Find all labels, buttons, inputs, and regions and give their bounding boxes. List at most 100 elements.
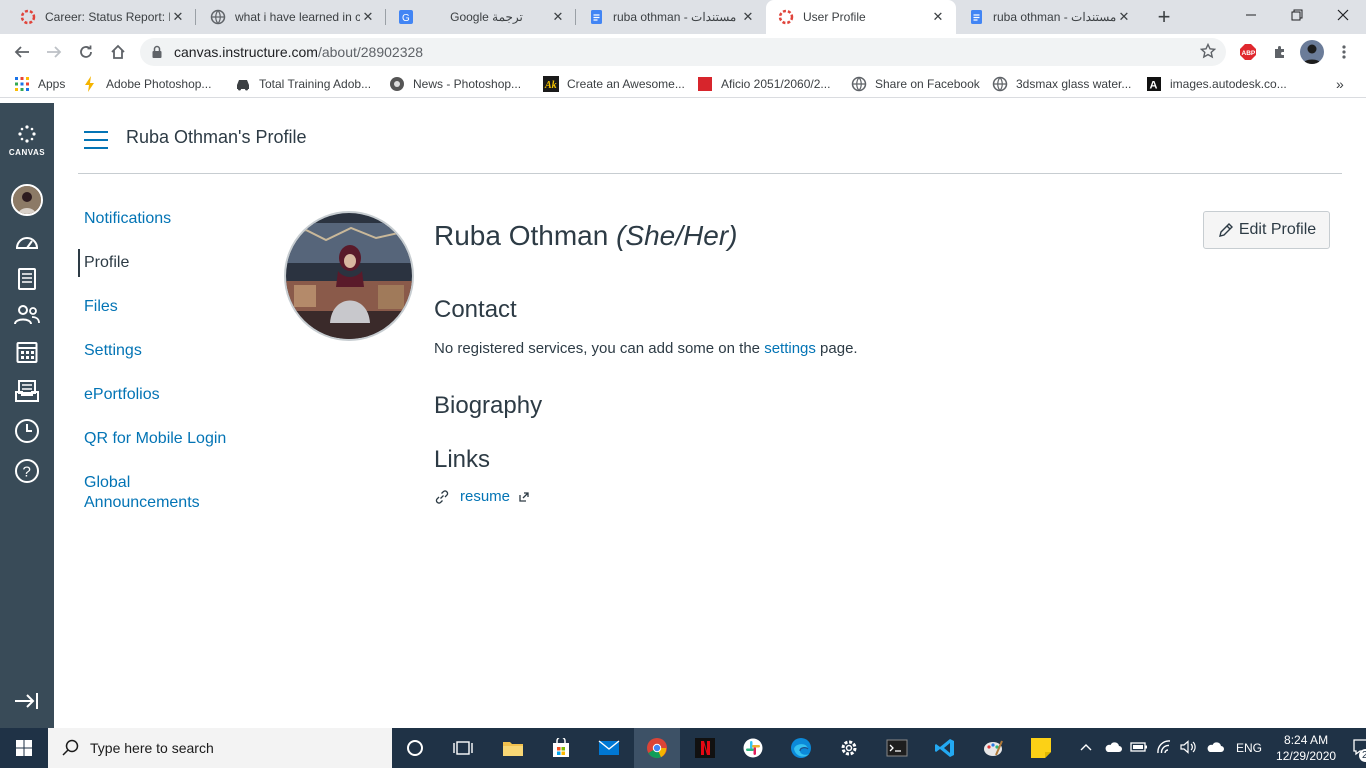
tab-close-icon[interactable]: ✕	[1116, 9, 1132, 25]
edit-profile-button[interactable]: Edit Profile	[1203, 211, 1330, 249]
history-icon[interactable]	[11, 415, 43, 447]
bookmark-3dsmax[interactable]: 3dsmax glass water...	[992, 75, 1131, 93]
link-item: resume	[434, 488, 530, 505]
file-explorer-icon[interactable]	[490, 728, 536, 768]
nav-settings[interactable]: Settings	[78, 337, 248, 365]
wifi-icon[interactable]	[1156, 739, 1172, 757]
cloud-sync-icon[interactable]	[1206, 741, 1224, 756]
bookmark-star-icon[interactable]	[1199, 42, 1217, 62]
globe-icon	[992, 76, 1008, 92]
profile-avatar	[284, 211, 414, 341]
ae-logo-icon: Ak	[543, 76, 559, 92]
hamburger-menu-icon[interactable]	[84, 131, 108, 149]
nav-eportfolios[interactable]: ePortfolios	[78, 381, 248, 409]
browser-tab-active[interactable]: User Profile ✕	[766, 0, 956, 34]
contact-text: No registered services, you can add some…	[434, 340, 858, 357]
collapse-nav-icon[interactable]	[13, 690, 41, 712]
new-tab-button[interactable]: +	[1142, 2, 1186, 32]
back-arrow-icon[interactable]	[8, 38, 36, 66]
task-view-icon[interactable]	[440, 728, 486, 768]
bookmark-label: News - Photoshop...	[413, 77, 522, 91]
show-hidden-icons-icon[interactable]	[1080, 741, 1092, 755]
taskbar-search-box[interactable]: Type here to search	[48, 728, 392, 768]
volume-icon[interactable]	[1180, 739, 1198, 757]
chrome-taskbar-icon[interactable]	[634, 728, 680, 768]
slack-icon[interactable]	[730, 728, 776, 768]
tab-close-icon[interactable]: ✕	[360, 9, 376, 25]
minimize-icon[interactable]	[1228, 0, 1274, 30]
browser-tab[interactable]: G Google ترجمة ✕	[386, 0, 576, 34]
cortana-icon[interactable]	[392, 728, 438, 768]
nav-files[interactable]: Files	[78, 293, 248, 321]
address-bar[interactable]: canvas.instructure.com/about/28902328	[140, 38, 1226, 66]
dashboard-icon[interactable]	[11, 225, 43, 257]
onedrive-icon[interactable]	[1104, 741, 1122, 756]
bookmark-autodesk[interactable]: A images.autodesk.co...	[1146, 75, 1287, 93]
clock[interactable]: 8:24 AM 12/29/2020	[1276, 732, 1336, 764]
bookmark-news-photoshop[interactable]: News - Photoshop...	[389, 75, 521, 93]
tab-title: what i have learned in c	[235, 10, 360, 24]
microsoft-store-icon[interactable]	[538, 728, 584, 768]
edge-icon[interactable]	[778, 728, 824, 768]
browser-tab[interactable]: ruba othman - مستندات ✕	[576, 0, 766, 34]
forward-arrow-icon[interactable]	[40, 38, 68, 66]
adblock-plus-icon[interactable]: ABP	[1238, 42, 1258, 62]
mail-icon[interactable]	[586, 728, 632, 768]
nav-notifications[interactable]: Notifications	[78, 205, 248, 233]
browser-tab[interactable]: ruba othman - مستندات ✕	[956, 0, 1142, 34]
bookmark-aficio[interactable]: Aficio 2051/2060/2...	[697, 75, 830, 93]
canvas-logo[interactable]: CANVAS	[6, 125, 48, 157]
chrome-menu-icon[interactable]	[1334, 42, 1354, 62]
bookmark-label: 3dsmax glass water...	[1016, 77, 1132, 91]
extensions-puzzle-icon[interactable]	[1270, 42, 1290, 62]
canvas-red-icon	[778, 9, 794, 25]
restore-icon[interactable]	[1274, 0, 1320, 30]
groups-icon[interactable]	[11, 299, 43, 331]
reload-icon[interactable]	[72, 38, 100, 66]
bookmarks-bar: Apps Adobe Photoshop... Total Training A…	[0, 70, 1366, 98]
browser-tab[interactable]: Career: Status Report: R ✕	[8, 0, 196, 34]
battery-icon[interactable]	[1130, 741, 1148, 756]
bookmark-adobe-photoshop[interactable]: Adobe Photoshop...	[82, 75, 211, 93]
resume-link[interactable]: resume	[460, 488, 510, 505]
tab-close-icon[interactable]: ✕	[550, 9, 566, 25]
browser-tab[interactable]: what i have learned in c ✕	[198, 0, 386, 34]
lock-icon[interactable]	[140, 45, 174, 59]
sticky-notes-icon[interactable]	[1018, 728, 1064, 768]
browser-tab-strip: Career: Status Report: R ✕ what i have l…	[0, 0, 1366, 34]
contact-text-after: page.	[815, 340, 858, 357]
terminal-icon[interactable]	[874, 728, 920, 768]
nav-qr-mobile-login[interactable]: QR for Mobile Login	[78, 425, 248, 453]
calendar-icon[interactable]	[11, 336, 43, 368]
canvas-red-icon	[20, 9, 36, 25]
bookmark-apps[interactable]: Apps	[14, 75, 65, 93]
close-window-icon[interactable]	[1320, 0, 1366, 30]
bookmark-create-awesome[interactable]: Ak Create an Awesome...	[543, 75, 685, 93]
netflix-icon[interactable]	[682, 728, 728, 768]
nav-profile[interactable]: Profile	[78, 249, 248, 277]
more-bookmarks-icon[interactable]: »	[1336, 75, 1344, 93]
profile-avatar-icon[interactable]	[1300, 40, 1324, 64]
account-avatar[interactable]	[11, 184, 43, 216]
google-docs-icon	[968, 9, 984, 25]
input-language[interactable]: ENG	[1236, 741, 1262, 755]
inbox-icon[interactable]	[11, 375, 43, 407]
windows-start-icon[interactable]	[0, 728, 48, 768]
canvas-logo-text: CANVAS	[8, 148, 46, 157]
vscode-icon[interactable]	[922, 728, 968, 768]
bookmark-share-facebook[interactable]: Share on Facebook	[851, 75, 980, 93]
courses-icon[interactable]	[11, 263, 43, 295]
home-icon[interactable]	[104, 38, 132, 66]
settings-link[interactable]: settings	[764, 340, 816, 357]
system-tray: ENG 8:24 AM 12/29/2020 24	[1072, 728, 1366, 768]
breadcrumb[interactable]: Ruba Othman's Profile	[126, 127, 307, 148]
tab-close-icon[interactable]: ✕	[740, 9, 756, 25]
tab-close-icon[interactable]: ✕	[170, 9, 186, 25]
nav-global-announcements[interactable]: Global Announcements	[78, 469, 208, 517]
help-icon[interactable]: ?	[11, 455, 43, 487]
tab-close-icon[interactable]: ✕	[930, 9, 946, 25]
settings-gear-icon[interactable]	[826, 728, 872, 768]
action-center-icon[interactable]: 24	[1352, 738, 1366, 762]
paint-icon[interactable]	[970, 728, 1016, 768]
bookmark-total-training[interactable]: Total Training Adob...	[235, 75, 371, 93]
